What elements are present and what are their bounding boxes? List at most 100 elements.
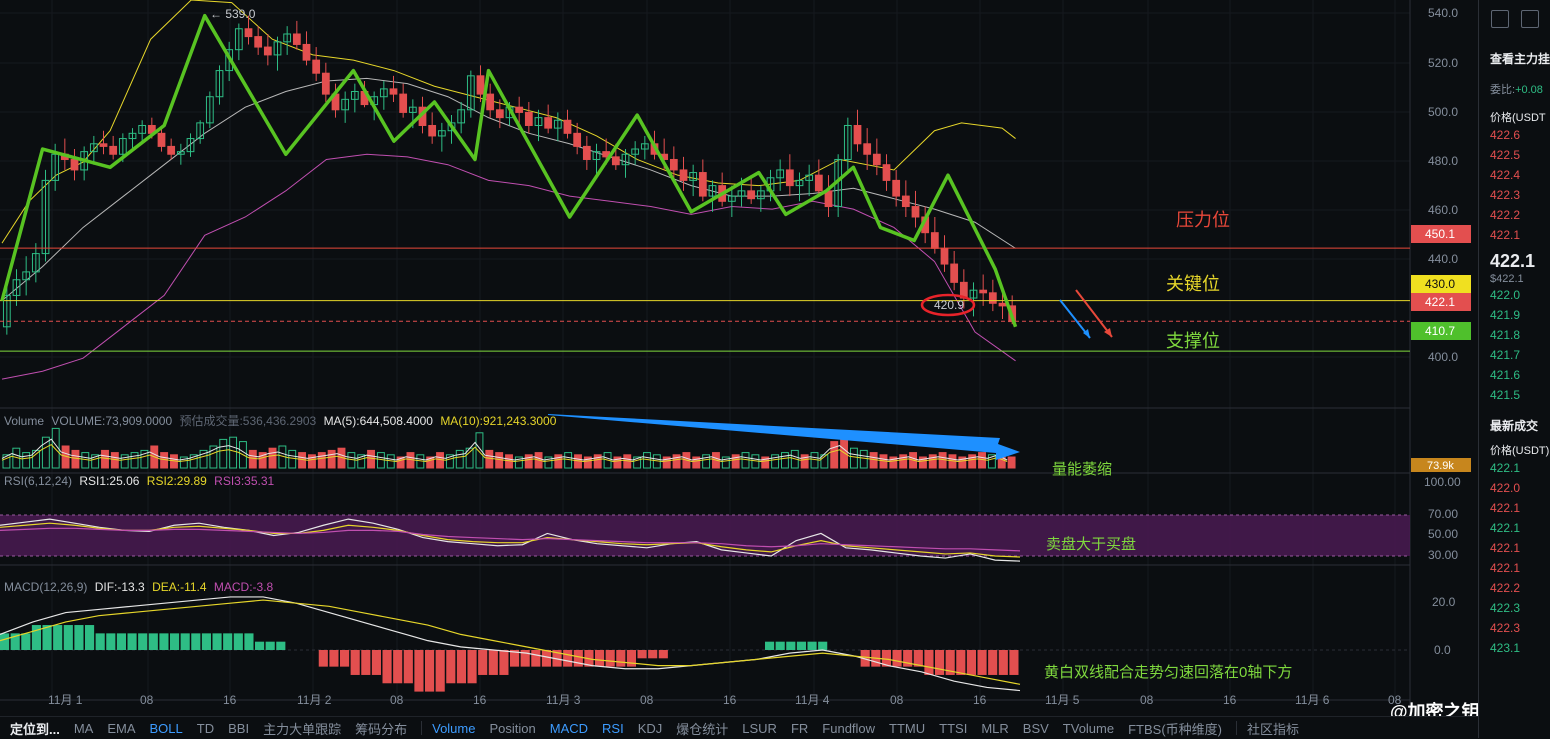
price-row[interactable]: 421.9 [1479,305,1550,325]
macd-histogram-bar [63,625,73,650]
macd-histogram-bar [85,625,95,650]
candle-body [495,109,504,119]
toolbar-item-17[interactable]: TTMU [889,721,925,736]
price-row[interactable]: 421.7 [1479,345,1550,365]
toolbar-item-12[interactable]: KDJ [638,721,663,736]
panel-title[interactable]: 查看主力挂 [1479,50,1550,67]
toolbar-item-8[interactable]: Volume [432,721,475,736]
macd-histogram-bar [21,633,31,650]
toolbar-item-14[interactable]: LSUR [742,721,777,736]
toolbar-item-0[interactable]: 定位到... [10,719,60,738]
candle-body [399,93,408,113]
rsi-header: RSI(6,12,24) RSI1:25.06 RSI2:29.89 RSI3:… [4,474,275,488]
candle-body [979,289,988,294]
volume-bar [780,452,789,469]
macd-histogram-bar [170,633,180,650]
chart-grid [0,0,1411,716]
price-row[interactable]: 422.4 [1479,165,1550,185]
macd-histogram-bar [106,633,116,650]
time-tick: 16 [473,693,487,707]
macd-histogram-bar [456,650,466,684]
toolbar-item-22[interactable]: FTBS(币种维度) [1128,719,1222,738]
macd-histogram-bar [191,633,201,650]
toolbar-item-2[interactable]: EMA [107,721,135,736]
candle-body [476,75,485,95]
candle-body [863,143,872,155]
price-row[interactable]: 422.3 [1479,185,1550,205]
candle-body [814,174,823,192]
toolbar-item-7[interactable]: 筹码分布 [355,719,407,738]
macd-histogram-bar [998,650,1008,675]
volume-bar [1007,456,1016,469]
trading-chart[interactable]: 540.0 520.0 500.0 480.0 460.0 440.0 400.… [0,0,1478,716]
time-tick: 11月 2 [297,693,332,707]
rsi-tick: 50.00 [1428,527,1458,541]
trade-row: 422.3 [1490,621,1521,635]
macd-histogram-bar [467,650,477,684]
time-tick: 08 [140,693,154,707]
time-tick: 11月 3 [546,693,581,707]
price-row[interactable]: 422.5 [1479,145,1550,165]
price-tick: 500.0 [1428,105,1458,119]
candle-body [872,153,881,166]
candle-body [679,169,688,181]
price-row[interactable]: 422.2 [1479,205,1550,225]
macd-histogram-bar [478,650,488,675]
toolbar-item-3[interactable]: BOLL [150,721,183,736]
price-row[interactable]: 421.6 [1479,365,1550,385]
toolbar-item-15[interactable]: FR [791,721,808,736]
toolbar-item-19[interactable]: MLR [981,721,1008,736]
toolbar-item-21[interactable]: TVolume [1063,721,1114,736]
time-tick: 16 [723,693,737,707]
macd-histogram-bar [403,650,413,684]
candle-body [998,302,1007,307]
toolbar-item-20[interactable]: BSV [1023,721,1049,736]
candle-body [109,145,118,155]
time-tick: 16 [973,693,987,707]
volume-bar [485,449,494,469]
toolbar-item-6[interactable]: 主力大单跟踪 [263,719,341,738]
toolbar-item-18[interactable]: TTSI [939,721,967,736]
volume-bar [248,449,257,469]
trade-row: 422.1 [1490,461,1521,475]
time-tick: 11月 5 [1045,693,1080,707]
price-row[interactable]: 422.0 [1479,285,1550,305]
toolbar-item-9[interactable]: Position [489,721,535,736]
macd-histogram-bar [393,650,403,684]
orderbook-layout-icon[interactable] [1491,10,1509,28]
candlesticks [2,15,1017,335]
price-row[interactable]: 422.6 [1479,125,1550,145]
price-row[interactable]: 422.1 [1479,225,1550,245]
toolbar-item-16[interactable]: Fundflow [822,721,875,736]
watermark: @加密之钥 [1390,701,1478,716]
bid-list: 422.0 421.9 421.8 421.7 421.6 421.5 [1479,285,1550,405]
toolbar-item-23[interactable]: 社区指标 [1247,719,1299,738]
macd-tick: 0.0 [1434,643,1451,657]
trade-list: 422.1 422.0 422.1 422.1 422.1 422.1 422.2 422.3… [1479,458,1550,658]
macd-histogram-bar [318,650,328,667]
pattern-line [0,13,1018,328]
candle-body [292,33,301,45]
volume-bar [41,436,50,469]
price-tick: 440.0 [1428,252,1458,266]
toolbar-item-4[interactable]: TD [197,721,214,736]
list-layout-icon[interactable] [1521,10,1539,28]
down-arrows [1059,289,1113,339]
macd-histogram-bar [935,650,945,675]
volume-bar [219,438,228,469]
toolbar-item-10[interactable]: MACD [550,721,588,736]
macd-histogram-bar [892,650,902,667]
key-tag: 430.0 [1425,277,1455,291]
toolbar-item-5[interactable]: BBI [228,721,249,736]
bollinger-upper-line [1,0,1016,244]
price-row[interactable]: 421.5 [1479,385,1550,405]
current-price-tag: 422.1 [1425,295,1455,309]
price-tick: 540.0 [1428,6,1458,20]
toolbar-item-1[interactable]: MA [74,721,94,736]
volume-header: Volume VOLUME:73,909.0000 预估成交量:536,436.… [4,413,557,428]
macd-histogram-bar [276,641,286,650]
price-row[interactable]: 421.8 [1479,325,1550,345]
toolbar-item-13[interactable]: 爆仓统计 [676,719,728,738]
candle-body [930,232,939,249]
toolbar-item-11[interactable]: RSI [602,721,624,736]
